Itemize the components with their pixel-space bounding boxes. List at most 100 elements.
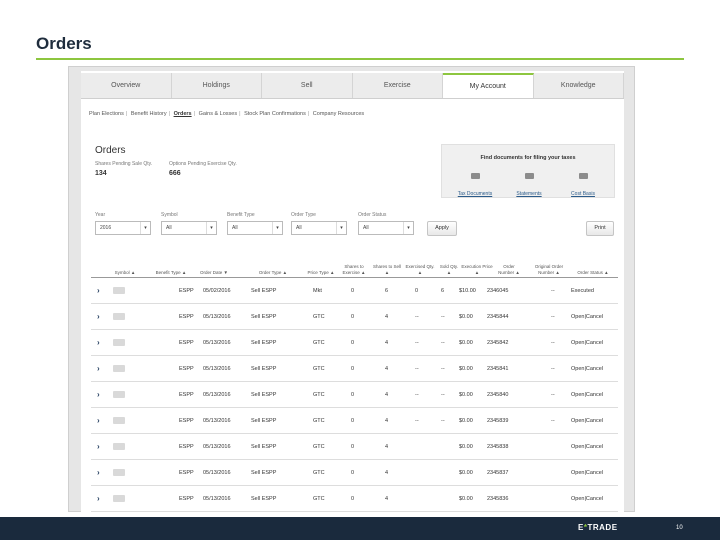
col-order-number[interactable]: Order Number ▲: [495, 249, 523, 277]
chevron-right-icon[interactable]: ›: [97, 434, 100, 460]
col-price-type[interactable]: Price Type ▲: [307, 249, 335, 277]
cell-shares-to-sell: 4: [385, 366, 389, 372]
table-row[interactable]: › ESPP 05/13/2016 Sell ESPP GTC 0 4 $0.0…: [91, 460, 618, 486]
year-filter-label: Year: [95, 212, 106, 218]
cell-exercised-qty: --: [415, 340, 419, 346]
etrade-logo: E*TRADE: [578, 523, 618, 532]
cell-order-status[interactable]: Open|Cancel: [571, 460, 603, 486]
benefit-type-select[interactable]: All ▾: [227, 221, 283, 235]
cost-basis-link[interactable]: Cost Basis: [558, 173, 608, 200]
cell-price-type: GTC: [313, 444, 325, 450]
cell-order-number: 2345841: [487, 366, 509, 372]
cell-shares-to-exercise: 0: [351, 392, 355, 398]
footer-bar: E*TRADE 10: [0, 517, 720, 540]
tab-my-account[interactable]: My Account: [443, 73, 534, 98]
chevron-down-icon: ▾: [272, 222, 282, 234]
cell-order-number: 2345836: [487, 496, 509, 502]
cell-benefit-type: ESPP: [179, 392, 194, 398]
table-row[interactable]: › ESPP 05/02/2016 Sell ESPP Mkt 0 6 0 6 …: [91, 278, 618, 304]
print-button[interactable]: Print: [586, 221, 614, 236]
tab-knowledge[interactable]: Knowledge: [534, 73, 624, 98]
chevron-right-icon[interactable]: ›: [97, 304, 100, 330]
table-row[interactable]: › ESPP 05/13/2016 Sell ESPP GTC 0 4 -- -…: [91, 408, 618, 434]
chevron-right-icon[interactable]: ›: [97, 408, 100, 434]
cell-price-type: GTC: [313, 366, 325, 372]
subnav-orders[interactable]: Orders: [174, 111, 192, 117]
year-select[interactable]: 2016 ▾: [95, 221, 151, 235]
cell-execution-price: $0.00: [459, 392, 473, 398]
cell-exercised-qty: --: [415, 366, 419, 372]
col-sold-qty[interactable]: Sold Qty. ▲: [439, 249, 459, 277]
table-row[interactable]: › ESPP 05/13/2016 Sell ESPP GTC 0 4 $0.0…: [91, 434, 618, 460]
col-symbol[interactable]: Symbol ▲: [105, 249, 145, 277]
subnav-separator: |: [125, 111, 128, 117]
tab-overview[interactable]: Overview: [81, 73, 172, 98]
symbol-select[interactable]: All ▾: [161, 221, 217, 235]
chevron-right-icon[interactable]: ›: [97, 356, 100, 382]
cell-order-status[interactable]: Open|Cancel: [571, 304, 603, 330]
tax-documents-link[interactable]: Tax Documents: [450, 173, 500, 200]
pending-sale-value: 134: [95, 170, 107, 177]
statements-link[interactable]: Statements: [504, 173, 554, 200]
cell-shares-to-exercise: 0: [351, 366, 355, 372]
subnav-benefit-history[interactable]: Benefit History: [131, 111, 167, 117]
subnav-stock-plan-confirmations[interactable]: Stock Plan Confirmations: [244, 111, 306, 117]
tax-documents-title: Find documents for filing your taxes: [480, 155, 576, 161]
cell-order-type: Sell ESPP: [251, 340, 277, 346]
cell-order-status: Executed: [571, 288, 594, 294]
chevron-right-icon[interactable]: ›: [97, 278, 100, 304]
table-row[interactable]: › ESPP 05/13/2016 Sell ESPP GTC 0 4 -- -…: [91, 304, 618, 330]
cell-exercised-qty: 0: [415, 288, 419, 294]
tab-sell[interactable]: Sell: [262, 73, 353, 98]
col-order-date[interactable]: Order Date ▼: [195, 249, 233, 277]
cell-shares-to-exercise: 0: [351, 418, 355, 424]
order-status-filter-label: Order Status: [358, 212, 387, 218]
cell-benefit-type: ESPP: [179, 314, 194, 320]
cell-order-status[interactable]: Open|Cancel: [571, 382, 603, 408]
cell-exercised-qty: --: [415, 314, 419, 320]
subnav-plan-elections[interactable]: Plan Elections: [89, 111, 124, 117]
table-row[interactable]: › ESPP 05/13/2016 Sell ESPP GTC 0 4 -- -…: [91, 330, 618, 356]
cell-order-status[interactable]: Open|Cancel: [571, 434, 603, 460]
cell-order-date: 05/13/2016: [203, 444, 231, 450]
cell-shares-to-exercise: 0: [351, 314, 355, 320]
cell-order-status[interactable]: Open|Cancel: [571, 408, 603, 434]
col-benefit-type[interactable]: Benefit Type ▲: [151, 249, 191, 277]
table-row[interactable]: › ESPP 05/13/2016 Sell ESPP GTC 0 4 -- -…: [91, 356, 618, 382]
chevron-right-icon[interactable]: ›: [97, 330, 100, 356]
order-type-filter-label: Order Type: [291, 212, 316, 218]
cell-original-order-number: --: [551, 340, 555, 346]
cell-order-type: Sell ESPP: [251, 288, 277, 294]
cell-price-type: Mkt: [313, 288, 322, 294]
col-execution-price[interactable]: Execution Price ▲: [461, 249, 493, 277]
col-original-order-number[interactable]: Original Order Number ▲: [527, 249, 571, 277]
chevron-right-icon[interactable]: ›: [97, 486, 100, 512]
cell-order-status[interactable]: Open|Cancel: [571, 356, 603, 382]
chevron-right-icon[interactable]: ›: [97, 460, 100, 486]
col-shares-to-exercise[interactable]: Shares to Exercise ▲: [339, 249, 369, 277]
cell-order-date: 05/13/2016: [203, 418, 231, 424]
year-select-value: 2016: [100, 225, 112, 231]
order-type-select[interactable]: All ▾: [291, 221, 347, 235]
chevron-down-icon: ▾: [403, 222, 413, 234]
cell-shares-to-exercise: 0: [351, 470, 355, 476]
cell-sold-qty: 6: [441, 288, 445, 294]
order-status-select[interactable]: All ▾: [358, 221, 414, 235]
apply-button[interactable]: Apply: [427, 221, 457, 236]
col-exercised-qty[interactable]: Exercised Qty. ▲: [405, 249, 435, 277]
cell-order-status[interactable]: Open|Cancel: [571, 486, 603, 512]
tab-holdings[interactable]: Holdings: [172, 73, 262, 98]
chevron-right-icon[interactable]: ›: [97, 382, 100, 408]
tab-exercise[interactable]: Exercise: [353, 73, 443, 98]
subnav-gains-losses[interactable]: Gains & Losses: [199, 111, 238, 117]
col-order-status[interactable]: Order Status ▲: [573, 249, 613, 277]
cell-shares-to-sell: 4: [385, 444, 389, 450]
cell-order-status[interactable]: Open|Cancel: [571, 330, 603, 356]
table-row[interactable]: › ESPP 05/13/2016 Sell ESPP GTC 0 4 $0.0…: [91, 486, 618, 512]
col-order-type[interactable]: Order Type ▲: [251, 249, 295, 277]
col-shares-to-sell[interactable]: Shares to Sell ▲: [373, 249, 401, 277]
table-row[interactable]: › ESPP 05/13/2016 Sell ESPP GTC 0 4 -- -…: [91, 382, 618, 408]
screenshot-frame: Overview Holdings Sell Exercise My Accou…: [68, 66, 635, 513]
subnav-company-resources[interactable]: Company Resources: [313, 111, 364, 117]
cell-shares-to-exercise: 0: [351, 496, 355, 502]
